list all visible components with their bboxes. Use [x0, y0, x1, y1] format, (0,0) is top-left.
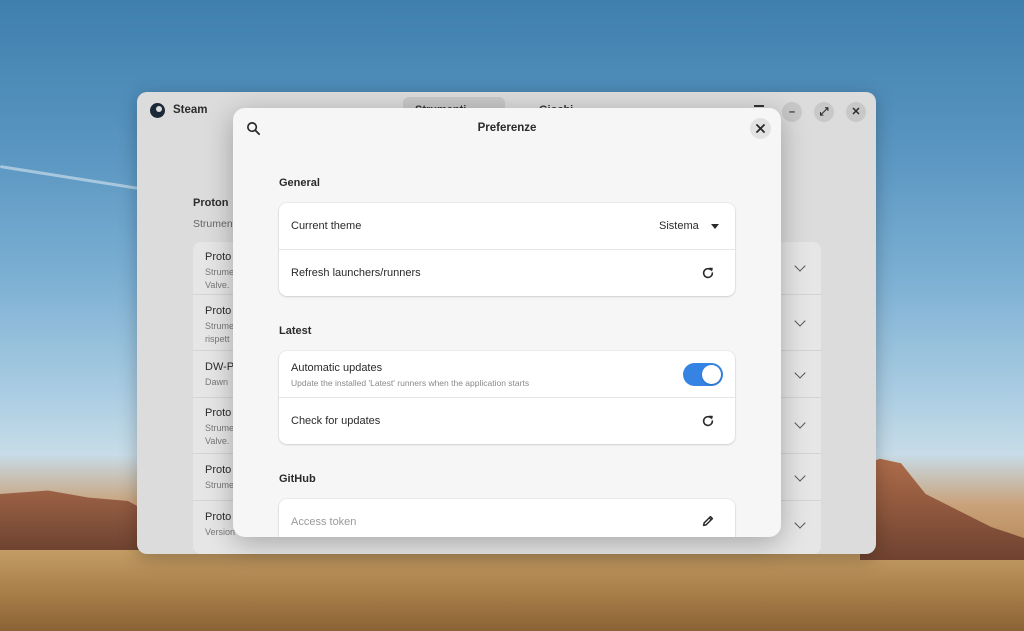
minimize-button[interactable]: – [782, 102, 802, 122]
list-item-subtitle: Strume Valve. [205, 423, 235, 446]
automatic-updates-label: Automatic updates [291, 362, 383, 374]
list-item-subtitle: Dawn [205, 377, 229, 387]
chevron-down-icon[interactable] [794, 315, 806, 327]
window-close-button[interactable]: ✕ [846, 102, 866, 122]
list-item-subtitle: Strume [205, 480, 235, 490]
access-token-input[interactable]: Access token [291, 516, 356, 528]
maximize-button[interactable]: ⤢ [814, 102, 834, 122]
wallpaper-contrail [0, 165, 139, 190]
chevron-down-icon[interactable] [794, 517, 806, 529]
close-icon [756, 124, 765, 133]
list-item-title: Proto [205, 305, 232, 317]
list-item-subtitle: Strume Valve. [205, 267, 235, 290]
chevron-down-icon[interactable] [794, 470, 806, 482]
automatic-updates-row[interactable]: Automatic updates Update the installed '… [279, 351, 735, 397]
pencil-icon[interactable] [701, 514, 715, 528]
section-title: Proton [193, 197, 229, 209]
current-theme-label: Current theme [291, 220, 362, 232]
wallpaper-ground [0, 548, 1024, 631]
toggle-knob [702, 365, 721, 384]
list-item-title: Proto [205, 251, 232, 263]
refresh-icon[interactable] [701, 414, 715, 428]
current-theme-row[interactable]: Current theme Sistema [279, 203, 735, 249]
latest-card: Automatic updates Update the installed '… [279, 351, 735, 444]
list-item-title: Proto [205, 464, 232, 476]
dialog-title: Preferenze [477, 122, 537, 134]
automatic-updates-description: Update the installed 'Latest' runners wh… [291, 378, 530, 388]
steam-logo-icon [150, 103, 165, 118]
wallpaper-mesa-left [0, 490, 160, 550]
list-item-subtitle: Strume rispett [205, 321, 235, 344]
group-title-latest: Latest [279, 325, 312, 337]
menu-icon[interactable] [754, 105, 764, 107]
refresh-row[interactable]: Refresh launchers/runners [279, 249, 735, 296]
section-subtitle: Strumenti [193, 218, 238, 230]
dropdown-arrow-icon[interactable] [711, 224, 719, 229]
close-button[interactable] [750, 118, 771, 139]
refresh-icon[interactable] [701, 266, 715, 280]
wallpaper-mesa-right [860, 458, 1024, 560]
chevron-down-icon[interactable] [794, 260, 806, 272]
chevron-down-icon[interactable] [794, 367, 806, 379]
steam-window-title: Steam [173, 104, 208, 116]
list-item-subtitle: Version [205, 527, 236, 537]
theme-dropdown[interactable]: Sistema [659, 220, 699, 232]
general-card: Current theme Sistema Refresh launchers/… [279, 203, 735, 296]
list-item-title: Proto [205, 511, 232, 523]
access-token-row[interactable]: Access token [279, 499, 735, 537]
list-item-title: Proto [205, 407, 232, 419]
refresh-label: Refresh launchers/runners [291, 267, 421, 279]
preferences-dialog: Preferenze General Current theme Sistema… [233, 108, 781, 537]
group-title-github: GitHub [279, 473, 316, 485]
dialog-header: Preferenze [233, 108, 781, 148]
group-title-general: General [279, 177, 320, 189]
github-card: Access token [279, 499, 735, 537]
list-item-title: DW-P [205, 361, 235, 373]
check-updates-label: Check for updates [291, 415, 381, 427]
check-updates-row[interactable]: Check for updates [279, 397, 735, 444]
automatic-updates-toggle[interactable] [683, 363, 723, 386]
chevron-down-icon[interactable] [794, 417, 806, 429]
